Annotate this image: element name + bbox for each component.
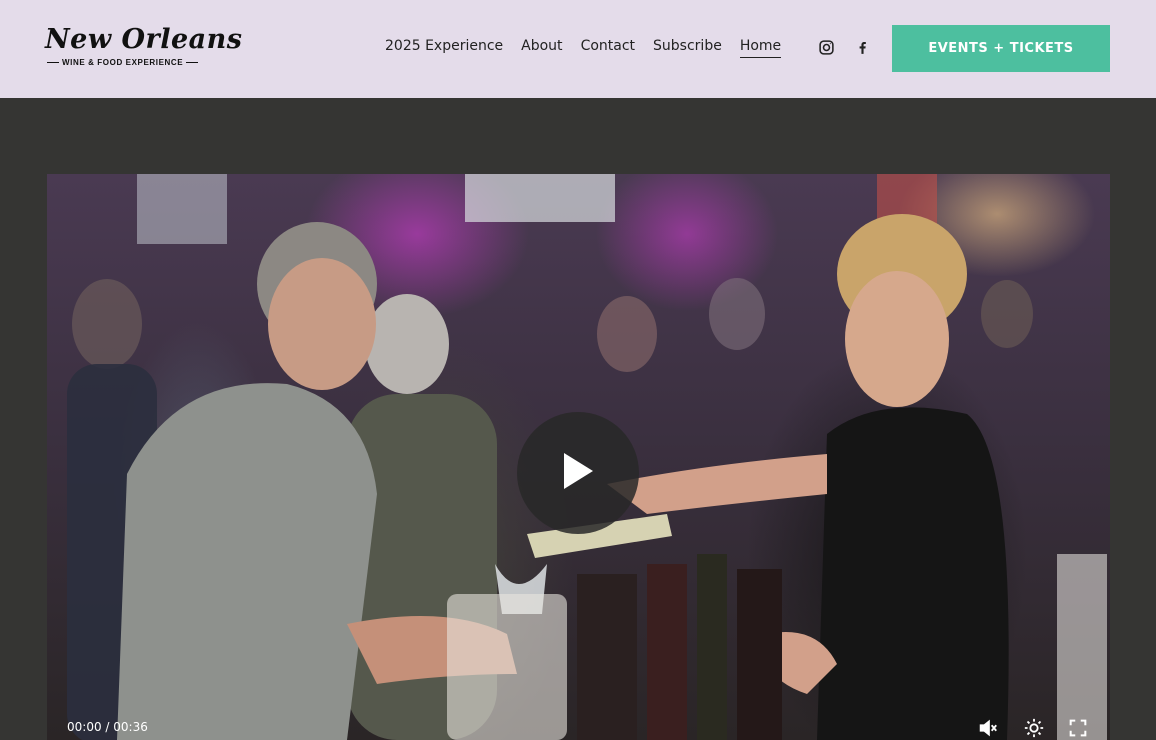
facebook-icon[interactable]	[854, 39, 871, 56]
nav-link-2025-experience[interactable]: 2025 Experience	[385, 38, 503, 58]
logo-subtitle: WINE & FOOD EXPERIENCE	[62, 58, 184, 67]
mute-icon[interactable]	[977, 717, 999, 739]
social-links	[818, 39, 871, 56]
main-nav: 2025 Experience About Contact Subscribe …	[385, 38, 782, 58]
video-time-display: 00:00 / 00:36	[67, 720, 148, 734]
nav-link-home[interactable]: Home	[739, 38, 782, 58]
logo-script-text: New Orleans	[45, 24, 243, 55]
play-button[interactable]	[517, 412, 639, 534]
instagram-icon[interactable]	[818, 39, 835, 56]
video-duration: 00:36	[113, 720, 148, 734]
play-icon	[560, 451, 596, 496]
logo-subtitle-row: WINE & FOOD EXPERIENCE	[47, 58, 215, 67]
logo-swash-right	[186, 62, 199, 63]
logo-swash-left	[47, 62, 59, 63]
nav-link-about[interactable]: About	[521, 38, 562, 58]
site-logo[interactable]: New Orleans WINE & FOOD EXPERIENCE	[45, 24, 242, 72]
site-header: New Orleans WINE & FOOD EXPERIENCE 2025 …	[0, 0, 1156, 98]
nav-link-subscribe[interactable]: Subscribe	[653, 38, 722, 58]
nav-link-contact[interactable]: Contact	[581, 38, 635, 58]
settings-icon[interactable]	[1023, 717, 1045, 739]
fullscreen-icon[interactable]	[1067, 717, 1089, 739]
events-tickets-button[interactable]: EVENTS + TICKETS	[892, 25, 1110, 72]
hero-video[interactable]: 00:00 / 00:36	[47, 174, 1110, 740]
video-current-time: 00:00	[67, 720, 102, 734]
